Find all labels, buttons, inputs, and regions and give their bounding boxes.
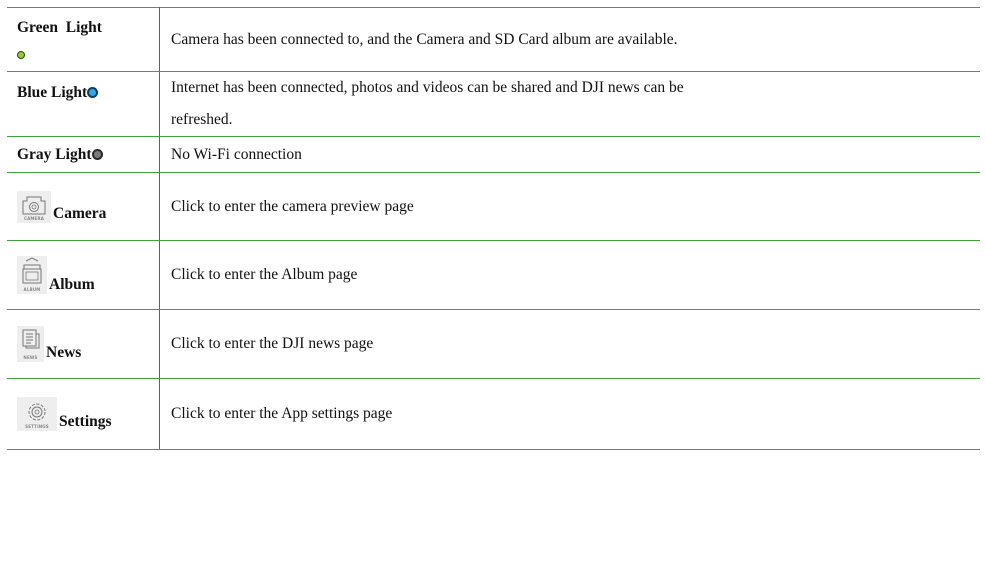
term-cell: Gray Light bbox=[7, 136, 160, 173]
description-cell: Click to enter the camera preview page bbox=[159, 172, 980, 241]
table-row: Green Light Camera has been connected to… bbox=[7, 7, 980, 72]
table-row: CAMERA Camera Click to enter the camera … bbox=[7, 172, 980, 241]
description-line: Internet has been connected, photos and … bbox=[171, 79, 684, 96]
term-label: Green Light bbox=[17, 19, 102, 36]
blue-light-icon bbox=[87, 87, 99, 98]
description-cell: Camera has been connected to, and the Ca… bbox=[159, 7, 980, 72]
term-label: Blue Light bbox=[17, 84, 88, 101]
term-cell: Blue Light bbox=[7, 71, 160, 137]
gray-light-icon bbox=[91, 148, 103, 160]
camera-icon: CAMERA bbox=[17, 190, 51, 223]
description-line: refreshed. bbox=[171, 111, 233, 128]
description-cell: Internet has been connected, photos and … bbox=[159, 71, 980, 137]
table-row: Gray Light No Wi-Fi connection bbox=[7, 136, 980, 173]
album-icon: ALBUM bbox=[17, 256, 47, 294]
description-cell: Click to enter the App settings page bbox=[159, 378, 980, 450]
term-cell: ALBUM Album bbox=[7, 240, 160, 310]
news-icon: NEWS bbox=[17, 326, 44, 362]
term-label: Settings bbox=[59, 413, 112, 430]
legend-table: Green Light Camera has been connected to… bbox=[7, 7, 980, 450]
settings-icon: SETTINGS bbox=[17, 397, 57, 431]
table-row: SETTINGS Settings Click to enter the App… bbox=[7, 378, 980, 450]
term-label: News bbox=[46, 344, 82, 361]
table-row: Blue Light Internet has been connected, … bbox=[7, 71, 980, 137]
table-row: ALBUM Album Click to enter the Album pag… bbox=[7, 240, 980, 310]
table-row: NEWS News Click to enter the DJI news pa… bbox=[7, 309, 980, 379]
term-label: Gray Light bbox=[17, 145, 92, 163]
term-label: Camera bbox=[53, 204, 107, 222]
term-cell: NEWS News bbox=[7, 309, 160, 379]
description-cell: Click to enter the DJI news page bbox=[159, 309, 980, 379]
description-cell: Click to enter the Album page bbox=[159, 240, 980, 310]
term-label: Album bbox=[49, 276, 95, 293]
green-light-icon bbox=[17, 51, 25, 59]
term-cell: SETTINGS Settings bbox=[7, 378, 160, 450]
term-cell: CAMERA Camera bbox=[7, 172, 160, 241]
description-cell: No Wi-Fi connection bbox=[159, 136, 980, 173]
term-cell: Green Light bbox=[7, 7, 160, 72]
